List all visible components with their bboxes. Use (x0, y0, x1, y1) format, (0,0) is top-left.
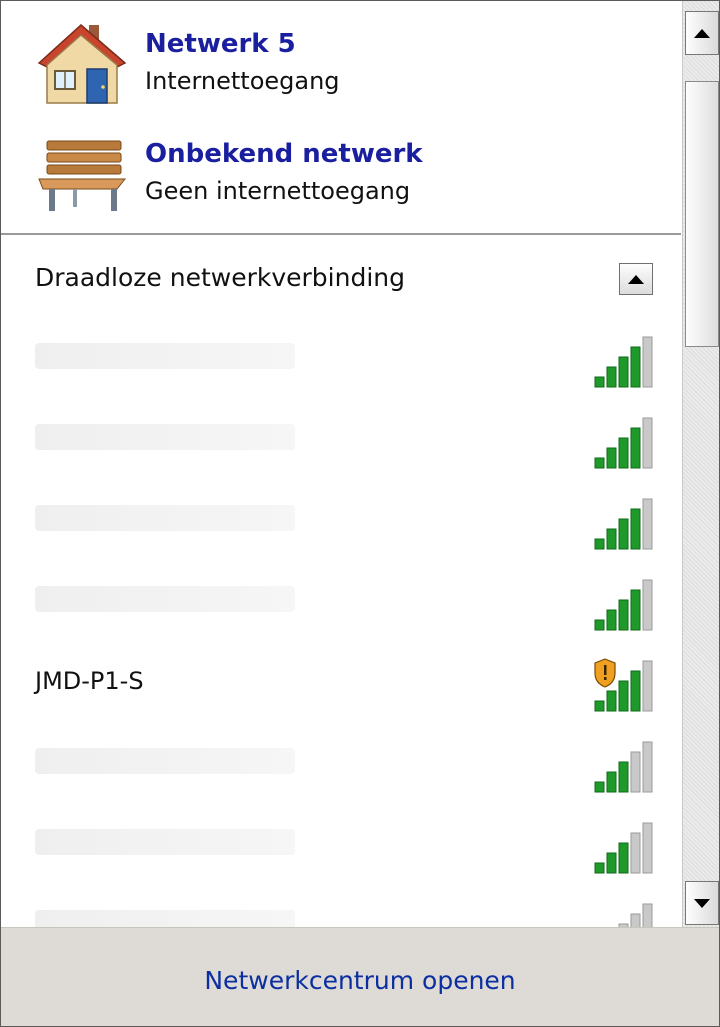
house-icon (33, 19, 133, 109)
network-name: JMD-P1-S (35, 667, 144, 695)
wireless-network-list: Draadloze netwerkverbinding JMD-P1-S (1, 235, 681, 927)
signal-bar (642, 498, 653, 550)
signal-strength-icon (593, 493, 657, 553)
signal-bar (630, 427, 641, 469)
signal-bar (618, 518, 629, 550)
signal-bar (642, 417, 653, 469)
signal-strength-icon (593, 736, 657, 796)
network-name (35, 505, 295, 531)
signal-bar (618, 680, 629, 712)
connection-status: Geen internettoegang (145, 177, 411, 205)
signal-bar (642, 741, 653, 793)
network-name (35, 829, 295, 855)
signal-bar (642, 579, 653, 631)
vertical-scrollbar[interactable] (682, 1, 719, 927)
signal-bar (618, 356, 629, 388)
connection-item[interactable]: Onbekend netwerk Geen internettoegang (1, 123, 681, 223)
signal-bar (594, 862, 605, 874)
signal-bar (618, 761, 629, 793)
signal-bar (606, 609, 617, 631)
signal-bar (594, 619, 605, 631)
signal-strength-icon (593, 817, 657, 877)
signal-strength-icon (593, 331, 657, 391)
signal-bar (594, 700, 605, 712)
signal-strength-icon (593, 574, 657, 634)
signal-bar (630, 913, 641, 927)
secured-signal-icon (593, 655, 657, 715)
signal-bar (618, 599, 629, 631)
network-flyout: Netwerk 5 Internettoegang Onbekend netwe… (0, 0, 720, 1027)
network-item[interactable] (1, 562, 681, 642)
network-name (35, 424, 295, 450)
signal-bar (594, 376, 605, 388)
signal-bar (618, 842, 629, 874)
scroll-down-arrow-icon (694, 898, 710, 908)
signal-bar (642, 903, 653, 927)
connection-name: Netwerk 5 (145, 29, 296, 59)
signal-bar (630, 751, 641, 793)
scroll-down-button[interactable] (685, 881, 719, 925)
signal-bar (606, 690, 617, 712)
network-item[interactable] (1, 886, 681, 927)
scroll-thumb[interactable] (685, 81, 719, 347)
collapse-button[interactable] (619, 263, 653, 295)
network-name (35, 910, 295, 927)
scroll-up-button[interactable] (685, 11, 719, 55)
signal-bar (606, 366, 617, 388)
network-item[interactable]: JMD-P1-S (1, 643, 681, 723)
signal-bar (630, 589, 641, 631)
wireless-section-header: Draadloze netwerkverbinding (35, 263, 405, 292)
open-network-center-link[interactable]: Netwerkcentrum openen (1, 966, 719, 995)
signal-bar (618, 437, 629, 469)
signal-bar (594, 538, 605, 550)
signal-bar (594, 457, 605, 469)
signal-bar (642, 822, 653, 874)
bench-icon (33, 127, 133, 217)
network-item[interactable] (1, 319, 681, 399)
signal-bar (630, 508, 641, 550)
signal-bar (630, 670, 641, 712)
network-item[interactable] (1, 400, 681, 480)
signal-bar (630, 346, 641, 388)
network-name (35, 586, 295, 612)
network-item[interactable] (1, 805, 681, 885)
network-name (35, 343, 295, 369)
signal-bar (606, 771, 617, 793)
signal-bar (642, 336, 653, 388)
signal-strength-icon (593, 412, 657, 472)
flyout-footer: Netwerkcentrum openen (1, 927, 719, 1026)
signal-bar (606, 852, 617, 874)
connection-name: Onbekend netwerk (145, 139, 423, 169)
active-connections: Netwerk 5 Internettoegang Onbekend netwe… (1, 1, 681, 235)
scroll-up-arrow-icon (694, 28, 710, 38)
signal-bar (606, 528, 617, 550)
signal-bar (630, 832, 641, 874)
connection-item[interactable]: Netwerk 5 Internettoegang (1, 15, 681, 115)
connection-status: Internettoegang (145, 67, 340, 95)
signal-bar (594, 781, 605, 793)
network-name (35, 748, 295, 774)
signal-bar (606, 447, 617, 469)
network-item[interactable] (1, 724, 681, 804)
network-item[interactable] (1, 481, 681, 561)
signal-bar (642, 660, 653, 712)
chevron-up-icon (628, 274, 644, 284)
signal-strength-icon (593, 898, 657, 927)
